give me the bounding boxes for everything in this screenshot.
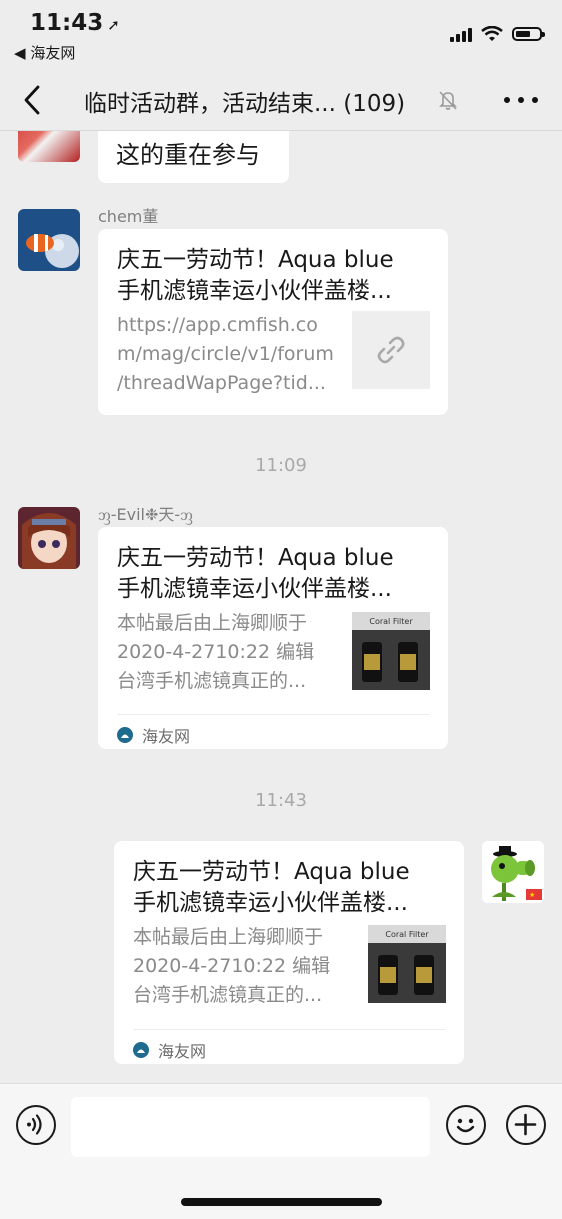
avatar[interactable]: [18, 209, 80, 271]
card-source: 海友网: [133, 1038, 206, 1062]
link-thumbnail: [352, 311, 430, 389]
card-title: 庆五一劳动节！Aqua blue 手机滤镜幸运小伙伴盖楼...: [133, 857, 445, 919]
back-to-app-link[interactable]: ◀ 海友网: [14, 42, 75, 63]
link-card-message[interactable]: 庆五一劳动节！Aqua blue 手机滤镜幸运小伙伴盖楼... 本帖最后由上海卿…: [114, 841, 464, 1064]
avatar[interactable]: [18, 507, 80, 569]
card-title-line: 庆五一劳动节！Aqua blue: [117, 247, 394, 273]
card-desc-line: m/mag/circle/v1/forum: [117, 343, 334, 365]
status-bar: 11:43 ➚ ◀ 海友网: [0, 0, 562, 72]
card-desc-line: 台湾手机滤镜真正的...: [117, 670, 307, 692]
card-desc-line: /threadWapPage?tid...: [117, 372, 326, 394]
card-desc-line: 台湾手机滤镜真正的...: [133, 984, 323, 1006]
card-divider: [117, 714, 429, 715]
card-title-line: 手机滤镜幸运小伙伴盖楼...: [117, 278, 392, 304]
sender-name: chem董: [98, 207, 159, 226]
card-desc-line: https://app.cmfish.co: [117, 314, 318, 336]
link-icon: [377, 336, 405, 364]
time-divider: 11:43: [255, 790, 307, 811]
card-desc-line: 本帖最后由上海卿顺于: [133, 926, 324, 948]
source-name: 海友网: [158, 1042, 207, 1061]
link-card-message[interactable]: 庆五一劳动节！Aqua blue 手机滤镜幸运小伙伴盖楼... https://…: [98, 229, 448, 415]
chevron-left-icon[interactable]: [18, 82, 50, 118]
signal-icon: [450, 26, 472, 42]
anime-avatar-image: [18, 507, 80, 569]
bell-off-icon: [439, 91, 457, 110]
message-text: 这的重在参与: [116, 141, 260, 169]
card-url: https://app.cmfish.co m/mag/circle/v1/fo…: [117, 311, 339, 398]
sender-name: ᦀ-Evil❉天-ᦀ: [98, 505, 193, 524]
card-description: 本帖最后由上海卿顺于 2020-4-2710:22 编辑 台湾手机滤镜真正的..…: [133, 923, 355, 1010]
status-time: 11:43 ➚: [30, 10, 120, 36]
card-title: 庆五一劳动节！Aqua blue 手机滤镜幸运小伙伴盖楼...: [117, 245, 429, 307]
product-thumbnail: Coral Filter: [368, 925, 446, 1003]
card-title-line: 手机滤镜幸运小伙伴盖楼...: [133, 890, 408, 916]
thumbnail-label: Coral Filter: [385, 930, 429, 939]
battery-icon: [512, 27, 545, 41]
more-icon[interactable]: [504, 88, 538, 112]
filter-product-image: Coral Filter: [368, 925, 446, 1003]
card-desc-line: 本帖最后由上海卿顺于: [117, 612, 308, 634]
star-icon: ★: [529, 891, 535, 899]
chat-header: 临时活动群，活动结束... (109): [0, 72, 562, 131]
emoji-icon[interactable]: [446, 1105, 486, 1145]
card-desc-line: 2020-4-2710:22 编辑: [133, 955, 331, 977]
clownfish-avatar-image: [18, 209, 80, 271]
plus-icon[interactable]: [506, 1105, 546, 1145]
location-arrow-icon: ➚: [107, 16, 120, 34]
avatar[interactable]: [18, 131, 80, 162]
card-title-line: 庆五一劳动节！Aqua blue: [133, 859, 410, 885]
message-input[interactable]: [71, 1097, 430, 1157]
time-divider: 11:09: [255, 455, 307, 476]
source-name: 海友网: [142, 727, 191, 746]
wifi-icon: [481, 26, 503, 41]
card-title: 庆五一劳动节！Aqua blue 手机滤镜幸运小伙伴盖楼...: [117, 543, 429, 605]
card-divider: [133, 1029, 445, 1030]
thumbnail-label: Coral Filter: [369, 617, 413, 626]
card-description: 本帖最后由上海卿顺于 2020-4-2710:22 编辑 台湾手机滤镜真正的..…: [117, 609, 339, 696]
text-message-bubble[interactable]: 这的重在参与: [98, 131, 289, 183]
avatar[interactable]: ★: [482, 841, 544, 903]
chat-title: 临时活动群，活动结束... (109): [84, 91, 406, 117]
product-thumbnail: Coral Filter: [352, 612, 430, 690]
filter-product-image: Coral Filter: [352, 612, 430, 690]
card-title-line: 庆五一劳动节！Aqua blue: [117, 545, 394, 571]
source-logo-icon: [117, 727, 133, 743]
voice-icon[interactable]: [16, 1105, 56, 1145]
card-source: 海友网: [117, 723, 190, 747]
back-to-app-label: 海友网: [30, 44, 76, 62]
source-logo-icon: [133, 1042, 149, 1058]
peashooter-avatar-image: ★: [482, 841, 544, 903]
status-time-text: 11:43: [30, 10, 104, 36]
card-title-line: 手机滤镜幸运小伙伴盖楼...: [117, 576, 392, 602]
status-icons: [450, 26, 545, 42]
card-desc-line: 2020-4-2710:22 编辑: [117, 641, 315, 663]
home-indicator[interactable]: [181, 1198, 382, 1206]
chat-message-list[interactable]: 这的重在参与 chem董 庆五一劳动节！Aqua blue 手机滤镜幸运小伙伴盖…: [0, 131, 562, 1083]
link-card-message[interactable]: 庆五一劳动节！Aqua blue 手机滤镜幸运小伙伴盖楼... 本帖最后由上海卿…: [98, 527, 448, 749]
